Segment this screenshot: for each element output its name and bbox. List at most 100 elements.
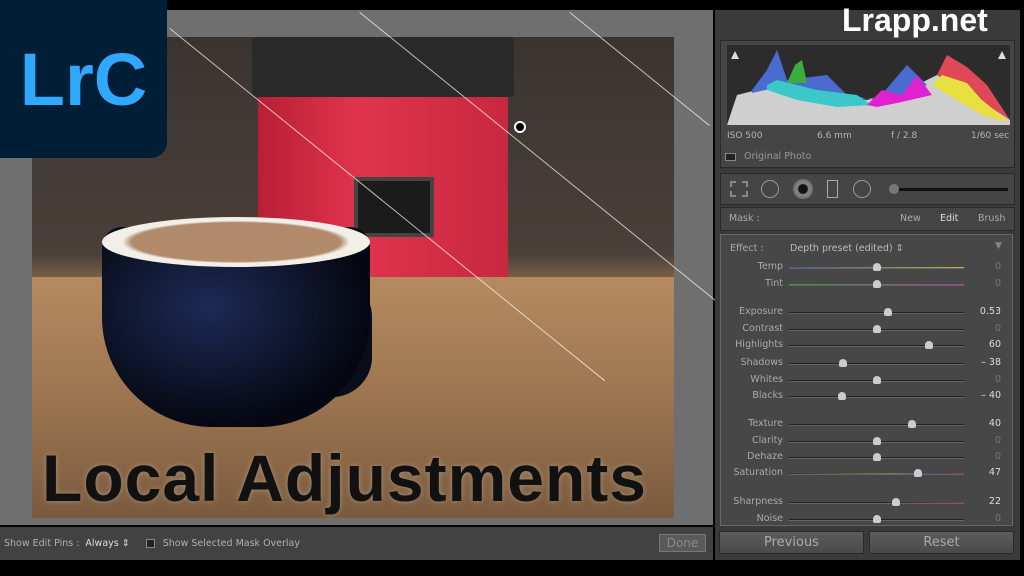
slider-value[interactable]: 60 [989, 339, 1001, 350]
slider-track[interactable] [789, 502, 964, 504]
slider-thumb[interactable] [907, 420, 916, 428]
slider-sharpness[interactable]: Sharpness 22 [721, 496, 1014, 510]
slider-thumb[interactable] [872, 263, 881, 271]
slider-blacks[interactable]: Blacks – 40 [721, 390, 1014, 404]
slider-label: Contrast [742, 323, 783, 334]
slider-track[interactable] [789, 473, 964, 475]
slider-highlights[interactable]: Highlights 60 [721, 339, 1014, 353]
slider-whites[interactable]: Whites 0 [721, 374, 1014, 388]
slider-track[interactable] [789, 345, 964, 347]
edit-pin[interactable] [514, 121, 526, 133]
graduated-filter-icon[interactable] [730, 181, 748, 197]
collapse-triangle-icon[interactable]: ▼ [995, 241, 1002, 251]
slider-value[interactable]: 22 [989, 496, 1001, 507]
slider-value[interactable]: 40 [989, 418, 1001, 429]
slider-thumb[interactable] [872, 437, 881, 445]
slider-value[interactable]: 0 [995, 323, 1001, 334]
slider-label: Exposure [739, 306, 783, 317]
slider-thumb[interactable] [839, 359, 848, 367]
slider-thumb[interactable] [925, 341, 933, 349]
slider-value[interactable]: 0 [995, 451, 1001, 462]
mask-edit-button[interactable]: Edit [940, 213, 958, 224]
original-photo-label: Original Photo [744, 151, 812, 162]
original-photo-toggle[interactable]: Original Photo [725, 151, 811, 162]
slider-thumb[interactable] [891, 498, 900, 506]
slider-exposure[interactable]: Exposure 0.53 [721, 306, 1014, 320]
slider-track[interactable] [789, 363, 964, 365]
done-button[interactable]: Done [659, 534, 706, 552]
slider-thumb[interactable] [872, 453, 881, 461]
slider-track[interactable] [789, 396, 964, 398]
overlay-title: Local Adjustments [42, 441, 647, 515]
logo-text: LrC [19, 37, 148, 121]
slider-noise[interactable]: Noise 0 [721, 513, 1014, 527]
slider-label: Blacks [752, 390, 783, 401]
exif-focal: 6.6 mm [817, 131, 852, 141]
slider-track[interactable] [789, 312, 964, 314]
lrc-logo: LrC [0, 0, 167, 158]
slider-thumb[interactable] [872, 325, 881, 333]
exif-shutter: 1/60 sec [971, 131, 1010, 141]
slider-label: Dehaze [747, 451, 783, 462]
mask-new-button[interactable]: New [900, 213, 921, 224]
slider-value[interactable]: – 38 [981, 357, 1001, 368]
slider-label: Clarity [752, 435, 783, 446]
mask-row: Mask : New Edit Brush [720, 207, 1015, 231]
histogram-chart[interactable] [727, 45, 1010, 125]
spot-removal-icon[interactable] [761, 180, 779, 198]
slider-temp[interactable]: Temp 0 [721, 261, 1014, 275]
mask-brush-button[interactable]: Brush [978, 213, 1005, 224]
slider-label: Shadows [740, 357, 783, 368]
slider-label: Saturation [733, 467, 783, 478]
slider-value[interactable]: 0 [995, 261, 1001, 272]
radial-filter-icon[interactable] [793, 179, 813, 199]
brush-tool-icon[interactable] [853, 180, 871, 198]
slider-value[interactable]: 0 [995, 374, 1001, 385]
slider-thumb[interactable] [913, 469, 922, 477]
reset-button[interactable]: Reset [869, 531, 1014, 554]
slider-label: Tint [765, 278, 783, 289]
original-photo-checkbox[interactable] [725, 152, 736, 161]
slider-value[interactable]: 0 [995, 435, 1001, 446]
tool-slider[interactable] [896, 188, 1008, 191]
previous-button[interactable]: Previous [719, 531, 864, 554]
slider-dehaze[interactable]: Dehaze 0 [721, 451, 1014, 465]
slider-label: Highlights [735, 339, 783, 350]
mask-overlay-checkbox[interactable] [145, 539, 155, 548]
slider-value[interactable]: 0 [995, 513, 1001, 524]
slider-value[interactable]: 0 [995, 278, 1001, 289]
effect-preset-select[interactable]: Depth preset (edited) ⇕ [790, 243, 904, 254]
tool-slider-thumb[interactable] [889, 184, 899, 194]
exif-iso: ISO 500 [727, 131, 763, 141]
slider-contrast[interactable]: Contrast 0 [721, 323, 1014, 337]
slider-value[interactable]: 47 [989, 467, 1001, 478]
show-edit-pins-select[interactable]: Always ⇕ [85, 538, 129, 549]
slider-thumb[interactable] [884, 308, 893, 316]
red-eye-icon[interactable] [827, 180, 838, 198]
slider-thumb[interactable] [872, 280, 881, 288]
mask-tools [720, 173, 1015, 205]
mask-overlay-label: Show Selected Mask Overlay [162, 538, 300, 549]
exif-aperture: f / 2.8 [891, 131, 918, 141]
bottom-toolbar: Show Edit Pins : Always ⇕ Show Selected … [0, 527, 713, 560]
mask-label: Mask : [729, 213, 760, 224]
roaster-top [252, 37, 514, 97]
slider-label: Sharpness [733, 496, 783, 507]
cup-rim [102, 217, 370, 267]
slider-value[interactable]: 0.53 [980, 306, 1001, 317]
slider-thumb[interactable] [872, 376, 881, 384]
slider-thumb[interactable] [837, 392, 846, 400]
show-edit-pins-label: Show Edit Pins : [4, 538, 80, 549]
slider-track[interactable] [789, 424, 964, 426]
slider-value[interactable]: – 40 [981, 390, 1001, 401]
watermark: Lrapp.net [842, 2, 988, 38]
slider-thumb[interactable] [872, 515, 881, 523]
effect-label: Effect : [730, 243, 764, 254]
slider-label: Temp [757, 261, 783, 272]
slider-texture[interactable]: Texture 40 [721, 418, 1014, 432]
effect-panel: Effect : Depth preset (edited) ⇕ ▼ Temp … [720, 234, 1013, 526]
slider-clarity[interactable]: Clarity 0 [721, 435, 1014, 449]
slider-shadows[interactable]: Shadows – 38 [721, 357, 1014, 371]
slider-saturation[interactable]: Saturation 47 [721, 467, 1014, 481]
slider-tint[interactable]: Tint 0 [721, 278, 1014, 292]
